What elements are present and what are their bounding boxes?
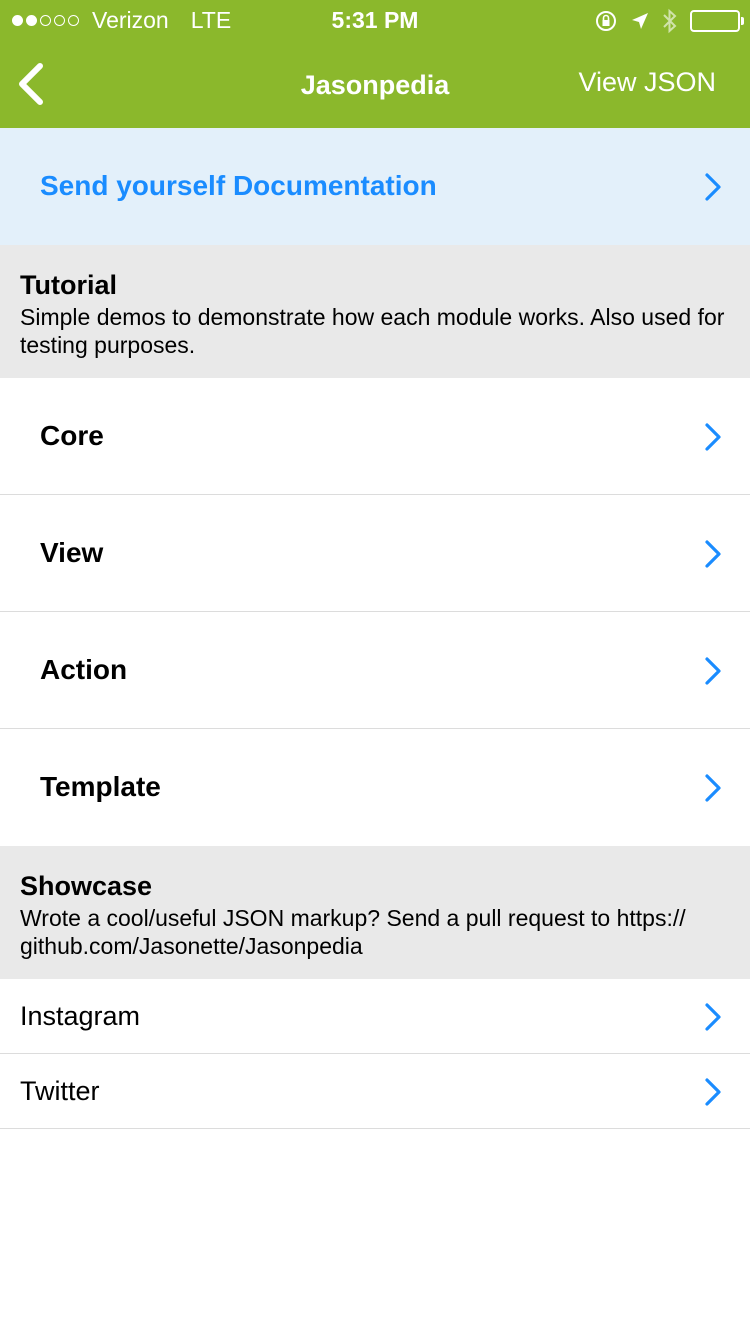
send-documentation-row[interactable]: Send yourself Documentation	[0, 128, 750, 245]
section-title: Tutorial	[20, 270, 117, 300]
navigation-bar: Jasonpedia View JSON	[0, 40, 750, 128]
send-documentation-label: Send yourself Documentation	[40, 170, 437, 201]
section-title: Showcase	[20, 871, 153, 901]
list-item-label: Action	[40, 654, 128, 685]
chevron-right-icon	[704, 656, 722, 686]
list-item-label: View	[40, 537, 104, 568]
bluetooth-icon	[662, 8, 678, 34]
rotation-lock-icon	[594, 9, 618, 33]
list-item-core[interactable]: Core	[0, 378, 750, 495]
chevron-right-icon	[704, 1077, 722, 1107]
section-description: Wrote a cool/useful JSON markup? Send a …	[20, 905, 686, 959]
list-item-label: Template	[40, 771, 161, 802]
list-item-instagram[interactable]: Instagram	[0, 979, 750, 1054]
top-bar: Verizon LTE 5:31 PM Jasonpedia View JSON	[0, 0, 750, 128]
chevron-right-icon	[704, 773, 722, 803]
chevron-right-icon	[704, 1002, 722, 1032]
section-header-tutorial: Tutorial Simple demos to demonstrate how…	[0, 245, 750, 378]
list-item-template[interactable]: Template	[0, 729, 750, 846]
status-bar: Verizon LTE 5:31 PM	[0, 0, 750, 40]
chevron-right-icon	[704, 422, 722, 452]
list-item-label: Core	[40, 420, 104, 451]
list-item-twitter[interactable]: Twitter	[0, 1054, 750, 1129]
chevron-right-icon	[704, 539, 722, 569]
list-item-view[interactable]: View	[0, 495, 750, 612]
battery-icon	[690, 10, 744, 32]
location-arrow-icon	[630, 11, 650, 31]
view-json-button[interactable]: View JSON	[578, 67, 716, 98]
list-item-label: Twitter	[20, 1076, 100, 1106]
list-item-action[interactable]: Action	[0, 612, 750, 729]
list-item-label: Instagram	[20, 1001, 141, 1031]
chevron-right-icon	[704, 172, 722, 202]
section-description: Simple demos to demonstrate how each mod…	[20, 304, 725, 358]
section-header-showcase: Showcase Wrote a cool/useful JSON markup…	[0, 846, 750, 979]
